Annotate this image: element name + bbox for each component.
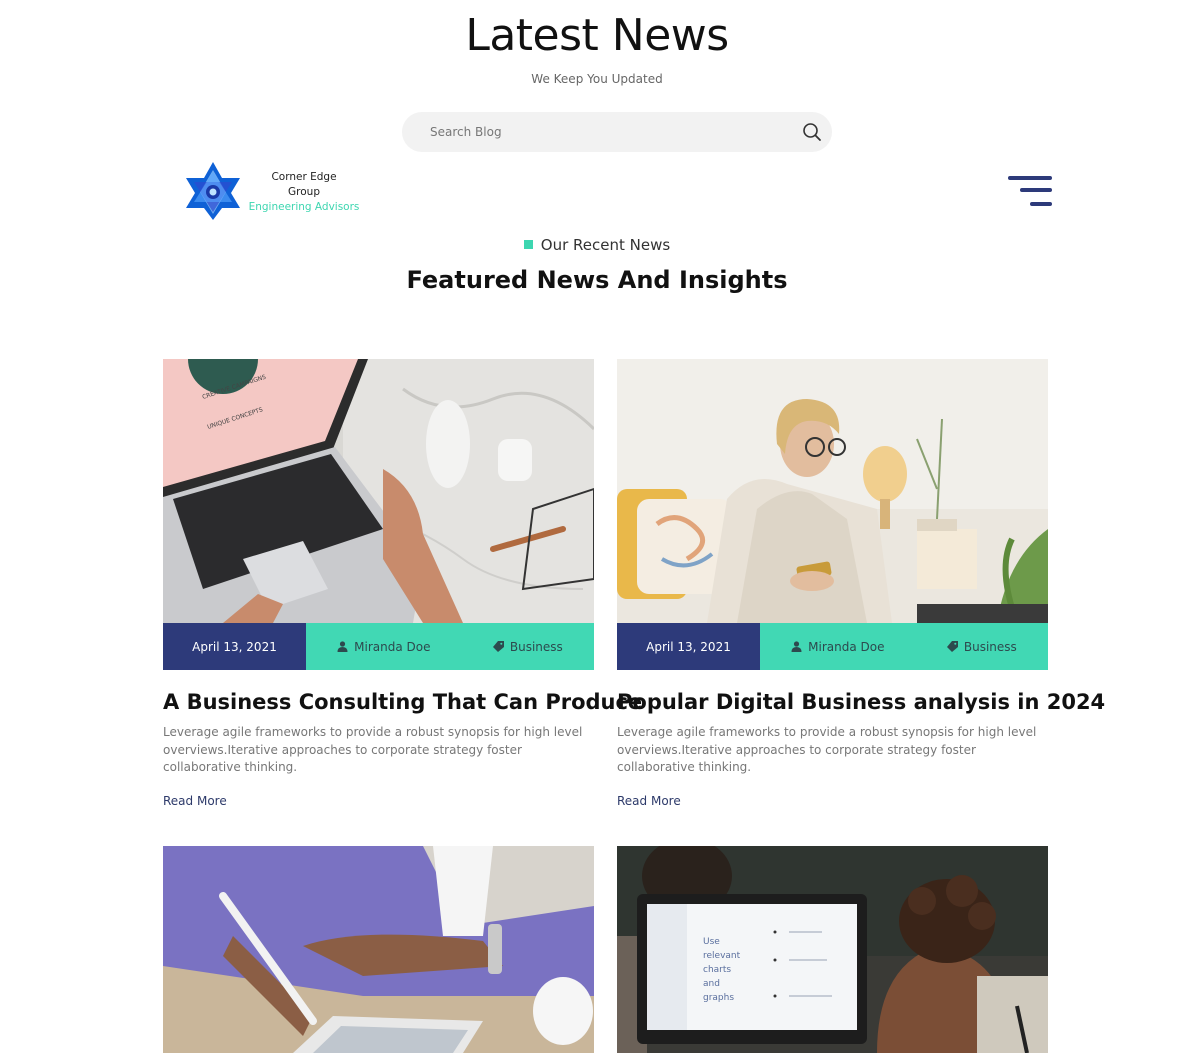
category-name: Business <box>963 639 1017 654</box>
screen-text-word: and <box>703 979 720 989</box>
brand-name: Corner Edge Group Engineering Advisors <box>248 170 360 215</box>
news-card: CREATIVE CAMPAIGNS UNIQUE CONCEPTS April… <box>163 359 642 809</box>
eyebrow-text: Our Recent News <box>540 236 671 254</box>
brand-name-line2: Group <box>288 186 320 198</box>
post-meta-bar: April 13, 2021 Miranda Doe Business <box>163 623 594 670</box>
post-author[interactable]: Miranda Doe <box>337 639 431 654</box>
search-icon[interactable] <box>802 122 822 142</box>
menu-line <box>1020 188 1052 192</box>
post-date: April 13, 2021 <box>617 623 760 670</box>
brand-name-line1: Corner Edge <box>271 171 337 183</box>
section-eyebrow: Our Recent News <box>0 236 1194 254</box>
post-image-woman-phone[interactable] <box>617 359 1048 623</box>
page-subtitle: We Keep You Updated <box>531 72 663 86</box>
post-category[interactable]: Business <box>946 639 1017 654</box>
hamburger-menu-icon[interactable] <box>1004 172 1054 212</box>
read-more-link[interactable]: Read More <box>617 794 681 808</box>
post-excerpt: Leverage agile frameworks to provide a r… <box>163 725 583 774</box>
post-title[interactable]: Popular Digital Business analysis in 202… <box>617 690 1105 714</box>
screen-text-word: Use <box>703 937 720 947</box>
post-title[interactable]: A Business Consulting That Can Produce <box>163 690 642 714</box>
screen-text-word: graphs <box>703 993 734 1003</box>
news-card <box>163 846 594 1053</box>
screen-text-word: charts <box>703 965 731 975</box>
post-image-monitor-charts[interactable]: Use relevant charts and graphs <box>617 846 1048 1053</box>
menu-line <box>1030 202 1052 206</box>
post-category[interactable]: Business <box>492 639 563 654</box>
brand-tagline: Engineering Advisors <box>248 201 360 213</box>
section-title: Featured News And Insights <box>406 266 788 294</box>
search-bar <box>402 112 832 152</box>
tag-icon <box>492 641 504 652</box>
user-icon <box>337 641 348 652</box>
post-image-laptop[interactable]: CREATIVE CAMPAIGNS UNIQUE CONCEPTS <box>163 359 594 623</box>
news-card: April 13, 2021 Miranda Doe Business Popu… <box>617 359 1105 809</box>
news-card: Use relevant charts and graphs <box>617 846 1048 1053</box>
page-title: Latest News <box>465 10 729 61</box>
post-meta-bar: April 13, 2021 Miranda Doe Business <box>617 623 1048 670</box>
post-author[interactable]: Miranda Doe <box>791 639 885 654</box>
screen-text-word: relevant <box>703 951 741 961</box>
user-icon <box>791 641 802 652</box>
post-image-tablet-pen[interactable] <box>163 846 594 1053</box>
post-excerpt: Leverage agile frameworks to provide a r… <box>617 725 1037 774</box>
search-input[interactable] <box>430 112 790 152</box>
author-name: Miranda Doe <box>354 639 431 654</box>
menu-line <box>1008 176 1052 180</box>
logo[interactable] <box>182 160 244 222</box>
post-date: April 13, 2021 <box>163 623 306 670</box>
author-name: Miranda Doe <box>808 639 885 654</box>
tag-icon <box>946 641 958 652</box>
read-more-link[interactable]: Read More <box>163 794 227 808</box>
eyebrow-square-icon <box>523 240 533 249</box>
category-name: Business <box>509 639 563 654</box>
